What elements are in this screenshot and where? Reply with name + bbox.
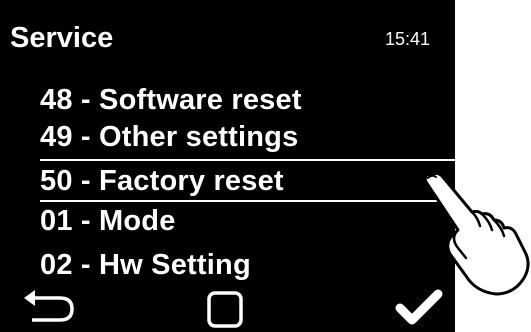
menu-item-other-settings[interactable]: 49 - Other settings: [40, 119, 298, 155]
device-stage: Service 15:41 48 - Software reset 49 - O…: [0, 0, 531, 332]
display-screen: Service 15:41 48 - Software reset 49 - O…: [0, 0, 455, 332]
back-arrow-icon[interactable]: [22, 288, 78, 324]
selection-bottom-line: [40, 200, 455, 202]
screen-title: Service: [10, 22, 114, 54]
menu-item-software-reset[interactable]: 48 - Software reset: [40, 82, 302, 118]
menu-item-hw-setting[interactable]: 02 - Hw Setting: [40, 247, 251, 283]
clock: 15:41: [385, 29, 431, 49]
menu-item-factory-reset[interactable]: 50 - Factory reset: [40, 163, 284, 199]
pointing-hand-icon: [423, 171, 530, 296]
selection-top-line: [40, 159, 455, 161]
menu-item-mode[interactable]: 01 - Mode: [40, 203, 176, 239]
square-icon[interactable]: [200, 287, 250, 331]
